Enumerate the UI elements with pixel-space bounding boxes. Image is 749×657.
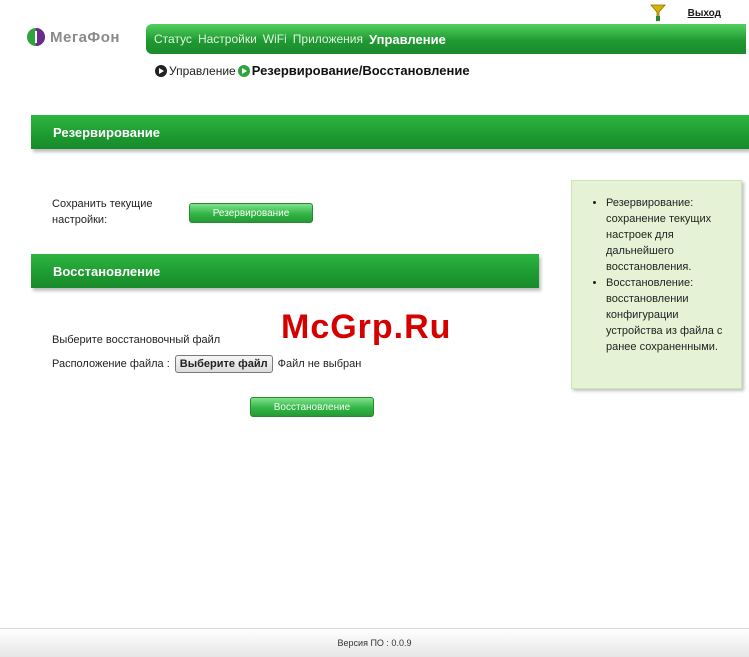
file-location-row: Расположение файла : Выберите файл Файл … — [52, 355, 361, 373]
nav-management[interactable]: Управление — [369, 32, 446, 47]
nav-status[interactable]: Статус — [154, 32, 192, 46]
restore-section-header: Восстановление — [31, 254, 539, 288]
brand-logo: МегаФон — [26, 27, 120, 47]
breadcrumb-arrow-icon — [155, 64, 167, 77]
backup-button[interactable]: Резервирование — [189, 203, 313, 223]
help-panel: Резервирование: сохранение текущих настр… — [571, 180, 742, 389]
logout-link[interactable]: Выход — [688, 8, 721, 19]
restore-button[interactable]: Восстановление — [250, 397, 374, 417]
file-status: Файл не выбран — [277, 358, 362, 370]
backup-label-line1: Сохранить текущие — [52, 198, 153, 210]
restore-select-label: Выберите восстановочный файл — [52, 334, 221, 346]
breadcrumb-parent[interactable]: Управление — [169, 64, 236, 78]
backup-label-line2: настройки: — [52, 214, 108, 226]
breadcrumb-arrow-icon — [237, 64, 250, 77]
backup-section-header: Резервирование — [31, 115, 749, 149]
nav-settings[interactable]: Настройки — [198, 32, 257, 46]
watermark: McGrp.Ru — [281, 308, 452, 346]
breadcrumb-current: Резервирование/Восстановление — [251, 63, 470, 78]
help-item-restore: Восстановление: восстановлении конфигура… — [606, 275, 731, 355]
help-list: Резервирование: сохранение текущих настр… — [586, 195, 731, 355]
top-right-bar: Выход — [649, 4, 721, 22]
main-nav: Статус Настройки WiFi Приложения Управле… — [146, 24, 746, 54]
backup-label: Сохранить текущие настройки: — [52, 196, 153, 228]
filter-icon[interactable] — [649, 4, 666, 22]
nav-wifi[interactable]: WiFi — [263, 32, 287, 46]
breadcrumb: Управление Резервирование/Восстановление — [155, 63, 470, 78]
nav-apps[interactable]: Приложения — [293, 32, 363, 46]
firmware-version: Версия ПО : 0.0.9 — [337, 638, 412, 648]
megafon-logo-icon — [27, 28, 45, 46]
choose-file-button[interactable]: Выберите файл — [174, 355, 273, 373]
brand-name: МегаФон — [50, 28, 120, 46]
footer: Версия ПО : 0.0.9 — [0, 628, 749, 657]
file-location-label: Расположение файла : — [52, 358, 170, 370]
help-item-backup: Резервирование: сохранение текущих настр… — [606, 195, 731, 275]
